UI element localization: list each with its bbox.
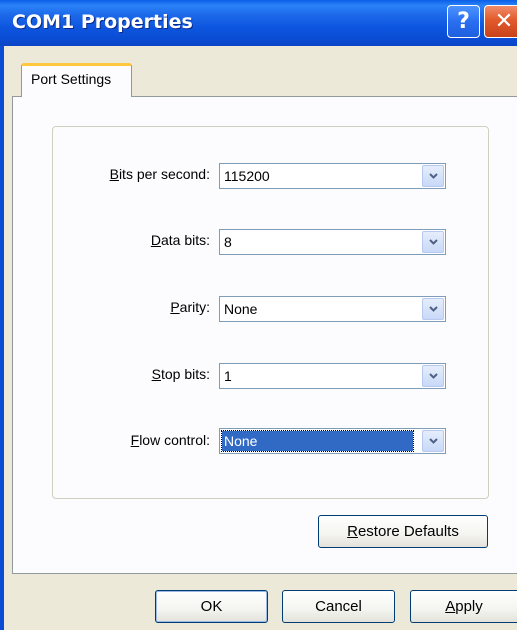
help-button[interactable]: ? [447,5,480,38]
bits-per-second-select[interactable]: 115200 [219,163,446,189]
data-bits-select[interactable]: 8 [219,229,446,255]
chevron-down-icon [428,373,438,379]
window-title: COM1 Properties [12,11,193,33]
tab-label: Port Settings [31,71,112,87]
title-bar[interactable]: COM1 Properties ? ✕ [0,0,517,46]
chevron-down-icon [428,239,438,245]
stop-bits-dropdown-button[interactable] [422,365,444,387]
restore-defaults-button[interactable]: Restore Defaults [318,515,488,548]
apply-button[interactable]: Apply [410,590,517,623]
chevron-down-icon [428,173,438,179]
stop-bits-value: 1 [224,368,232,384]
flow-control-select[interactable]: None [219,428,446,454]
tab-port-settings[interactable]: Port Settings [21,63,132,97]
close-button[interactable]: ✕ [484,5,517,38]
stop-bits-label: Stop bits: [151,366,210,382]
chevron-down-icon [428,438,438,444]
cancel-button[interactable]: Cancel [282,590,395,623]
window-frame-left [0,46,4,630]
help-icon: ? [457,9,470,34]
stop-bits-select[interactable]: 1 [219,363,446,389]
parity-value: None [224,301,258,317]
data-bits-dropdown-button[interactable] [422,231,444,253]
parity-label: Parity: [170,299,210,315]
chevron-down-icon [428,306,438,312]
ok-button[interactable]: OK [155,590,268,623]
close-icon: ✕ [494,9,514,34]
bits-per-second-dropdown-button[interactable] [422,165,444,187]
com1-properties-dialog: COM1 Properties ? ✕ Port Settings Bits p… [0,0,517,630]
parity-dropdown-button[interactable] [422,298,444,320]
data-bits-value: 8 [224,234,232,250]
bits-per-second-label: Bits per second: [109,166,210,182]
flow-control-value: None [221,430,414,452]
flow-control-label: Flow control: [130,432,210,448]
parity-select[interactable]: None [219,296,446,322]
flow-control-dropdown-button[interactable] [422,430,444,452]
bits-per-second-value: 115200 [224,168,270,184]
data-bits-label: Data bits: [150,232,210,248]
